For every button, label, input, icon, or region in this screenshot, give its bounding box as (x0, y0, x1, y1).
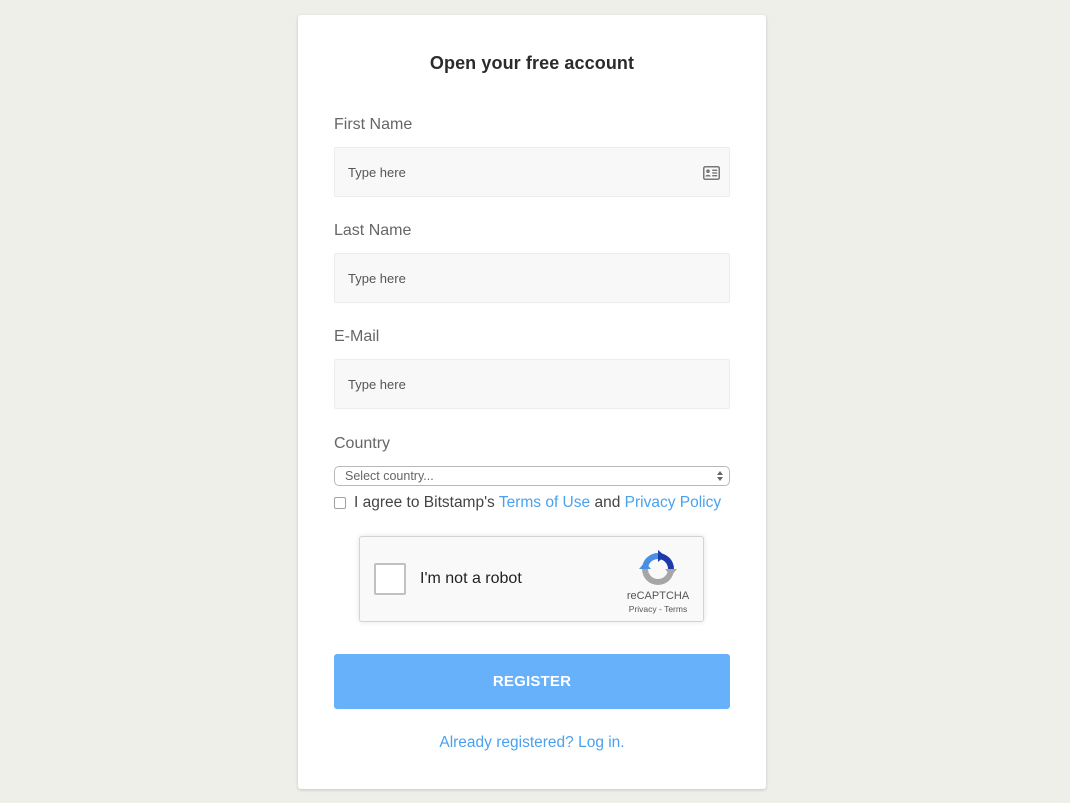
email-label: E-Mail (334, 328, 380, 345)
email-input[interactable] (335, 360, 729, 408)
terms-agreement-prefix: I agree to Bitstamp's (354, 494, 499, 511)
country-select[interactable]: Select country... (334, 466, 730, 486)
form-title: Open your free account (429, 53, 635, 73)
recaptcha-brand: reCAPTCHA (626, 590, 690, 602)
recaptcha-logo-icon (639, 550, 677, 585)
terms-checkbox[interactable] (334, 497, 346, 509)
terms-agreement-row: I agree to Bitstamp's Terms of Use and P… (334, 494, 721, 514)
recaptcha-privacy-terms-links[interactable]: Privacy - Terms (613, 604, 703, 614)
last-name-field-container (334, 253, 730, 303)
first-name-input[interactable] (335, 148, 729, 196)
first-name-field-container (334, 147, 730, 197)
email-field-container (334, 359, 730, 409)
recaptcha-widget: I'm not a robot reCAPTCHA Privacy - Term… (359, 536, 704, 622)
register-button[interactable]: REGISTER (334, 654, 730, 709)
last-name-input[interactable] (335, 254, 729, 302)
recaptcha-checkbox[interactable] (374, 563, 406, 595)
recaptcha-label: I'm not a robot (420, 570, 522, 587)
last-name-label: Last Name (334, 222, 412, 239)
registration-card: Open your free account First Name Last N… (298, 15, 766, 789)
login-link[interactable]: Already registered? Log in. (298, 734, 766, 752)
country-select-value: Select country... (345, 469, 434, 483)
terms-agreement-middle: and (590, 494, 625, 511)
terms-of-use-link[interactable]: Terms of Use (499, 494, 590, 511)
country-label: Country (334, 435, 391, 452)
contact-card-icon[interactable] (703, 166, 720, 180)
privacy-policy-link[interactable]: Privacy Policy (625, 494, 721, 511)
select-arrows-icon (717, 471, 723, 481)
first-name-label: First Name (334, 116, 413, 133)
